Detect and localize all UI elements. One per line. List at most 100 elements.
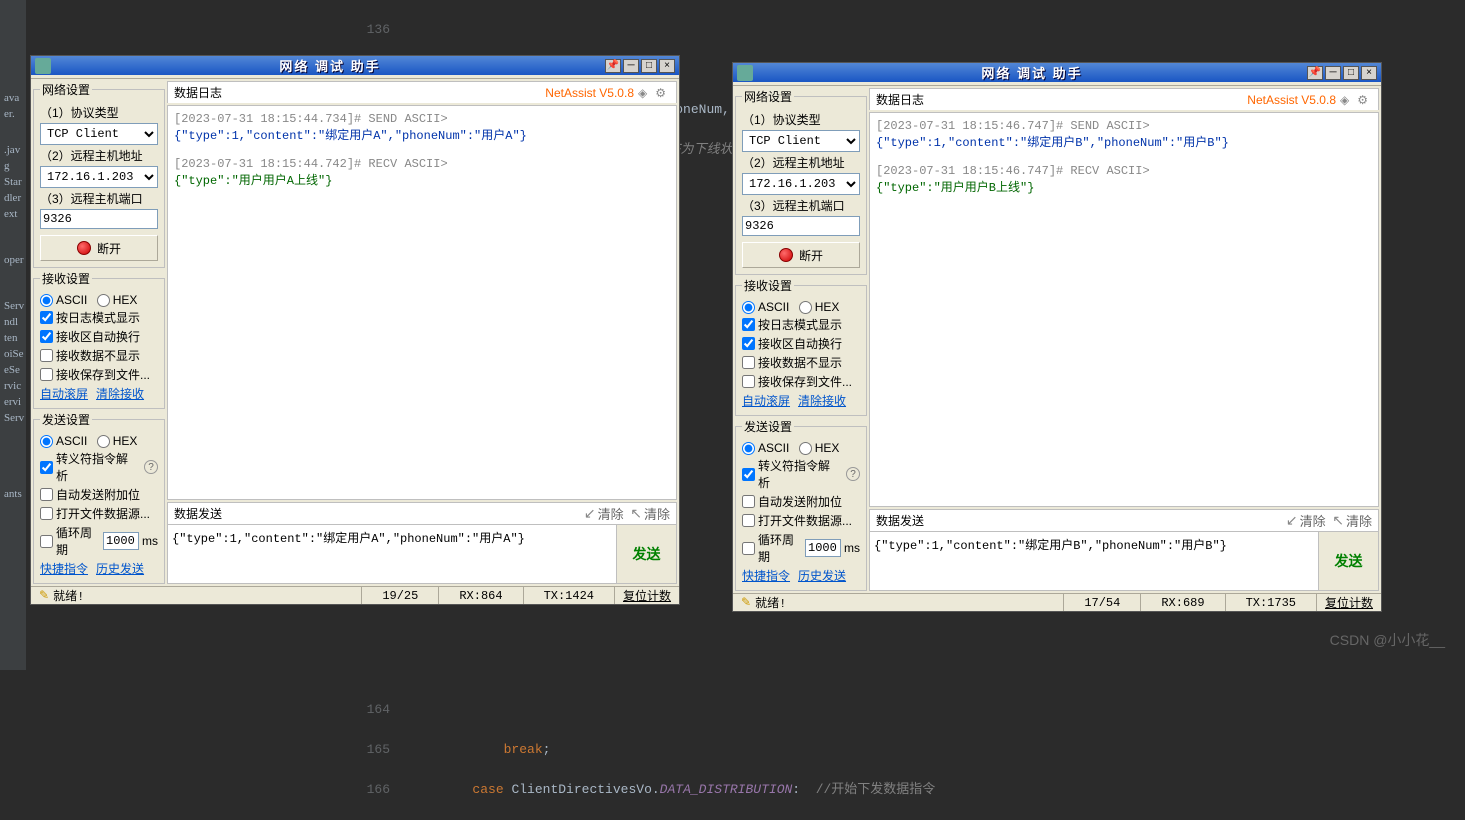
status-rx: RX:689 xyxy=(1140,594,1224,611)
cycle-label: 循环周期 xyxy=(758,531,802,565)
reset-counter-button[interactable]: 复位计数 xyxy=(614,587,679,604)
port-input[interactable] xyxy=(742,216,860,236)
proto-label: （1）协议类型 xyxy=(40,104,158,121)
openfile-label: 打开文件数据源... xyxy=(758,512,852,529)
escape-check[interactable] xyxy=(40,461,53,474)
send-button[interactable]: 发送 xyxy=(1318,532,1378,590)
send-settings: 发送设置 ASCII HEX 转义符指令解析? 自动发送附加位 打开文件数据源.… xyxy=(735,418,867,591)
logmode-check[interactable] xyxy=(40,311,53,324)
recv-ascii-radio[interactable] xyxy=(40,294,53,307)
disconnect-button[interactable]: 断开 xyxy=(742,242,860,268)
app-icon xyxy=(35,58,51,74)
log-header-label: 数据日志 xyxy=(174,84,545,101)
history-link[interactable]: 历史发送 xyxy=(798,567,846,584)
host-select[interactable]: 172.16.1.203 xyxy=(40,166,158,188)
help-icon[interactable]: ? xyxy=(846,467,860,481)
send-hex-radio[interactable] xyxy=(799,442,812,455)
autowrap-label: 接收区自动换行 xyxy=(758,335,842,352)
close-button[interactable]: × xyxy=(659,59,675,73)
recv-hex-radio[interactable] xyxy=(799,301,812,314)
help-icon[interactable]: ? xyxy=(144,460,158,474)
autowrap-check[interactable] xyxy=(40,330,53,343)
send-ascii-radio[interactable] xyxy=(40,435,53,448)
statusbar: ✎就绪! 19/25 RX:864 TX:1424 复位计数 xyxy=(31,586,679,604)
protocol-select[interactable]: TCP Client xyxy=(40,123,158,145)
tool-icon[interactable]: ⚙ xyxy=(1357,93,1368,107)
openfile-check[interactable] xyxy=(40,507,53,520)
diamond-icon[interactable]: ◈ xyxy=(1340,93,1349,107)
autoscroll-link[interactable]: 自动滚屏 xyxy=(40,385,88,402)
log-area[interactable]: [2023-07-31 18:15:44.734]# SEND ASCII>{"… xyxy=(167,105,677,500)
minimize-button[interactable]: ─ xyxy=(623,59,639,73)
send-hex-radio[interactable] xyxy=(97,435,110,448)
maximize-button[interactable]: □ xyxy=(641,59,657,73)
logmode-label: 按日志模式显示 xyxy=(758,316,842,333)
recv-hex-radio[interactable] xyxy=(97,294,110,307)
log-header-label: 数据日志 xyxy=(876,91,1247,108)
protocol-select[interactable]: TCP Client xyxy=(742,130,860,152)
cycle-check[interactable] xyxy=(40,535,53,548)
autoscroll-link[interactable]: 自动滚屏 xyxy=(742,392,790,409)
version-link[interactable]: NetAssist V5.0.8 xyxy=(545,86,634,100)
status-pos: 17/54 xyxy=(1063,594,1140,611)
autoappend-check[interactable] xyxy=(40,488,53,501)
logmode-check[interactable] xyxy=(742,318,755,331)
clearrecv-link[interactable]: 清除接收 xyxy=(96,385,144,402)
clear-up-button[interactable]: ↖清除 xyxy=(630,504,670,523)
recv-ascii-radio[interactable] xyxy=(742,301,755,314)
disconnect-button[interactable]: 断开 xyxy=(40,235,158,261)
clearrecv-link[interactable]: 清除接收 xyxy=(798,392,846,409)
autowrap-check[interactable] xyxy=(742,337,755,350)
maximize-button[interactable]: □ xyxy=(1343,66,1359,80)
noshow-label: 接收数据不显示 xyxy=(758,354,842,371)
status-rx: RX:864 xyxy=(438,587,522,604)
cycle-check[interactable] xyxy=(742,542,755,555)
autoappend-check[interactable] xyxy=(742,495,755,508)
cycle-input[interactable] xyxy=(805,539,841,557)
send-ascii-radio[interactable] xyxy=(742,442,755,455)
host-select[interactable]: 172.16.1.203 xyxy=(742,173,860,195)
log-header: 数据日志 NetAssist V5.0.8 ◈ ⚙ xyxy=(167,81,677,103)
titlebar[interactable]: 网络 调试 助手 📌 ─ □ × xyxy=(31,56,679,75)
history-link[interactable]: 历史发送 xyxy=(96,560,144,577)
savefile-check[interactable] xyxy=(742,375,755,388)
pin-icon[interactable]: 📌 xyxy=(605,59,621,73)
savefile-check[interactable] xyxy=(40,368,53,381)
send-hex-label: HEX xyxy=(113,434,138,448)
titlebar[interactable]: 网络 调试 助手 📌 ─ □ × xyxy=(733,63,1381,82)
reset-counter-button[interactable]: 复位计数 xyxy=(1316,594,1381,611)
clear-up-button[interactable]: ↖清除 xyxy=(1332,511,1372,530)
watermark: CSDN @小小花__ xyxy=(1330,630,1445,650)
quick-link[interactable]: 快捷指令 xyxy=(742,567,790,584)
port-input[interactable] xyxy=(40,209,158,229)
send-textarea[interactable] xyxy=(168,525,616,583)
autoappend-label: 自动发送附加位 xyxy=(758,493,842,510)
send-button[interactable]: 发送 xyxy=(616,525,676,583)
version-link[interactable]: NetAssist V5.0.8 xyxy=(1247,93,1336,107)
noshow-check[interactable] xyxy=(40,349,53,362)
send-textarea[interactable] xyxy=(870,532,1318,590)
log-area[interactable]: [2023-07-31 18:15:46.747]# SEND ASCII>{"… xyxy=(869,112,1379,507)
port-label: （3）远程主机端口 xyxy=(40,190,158,207)
app-icon xyxy=(737,65,753,81)
status-ready: 就绪! xyxy=(755,594,786,611)
cycle-input[interactable] xyxy=(103,532,139,550)
net-legend: 网络设置 xyxy=(40,81,92,98)
port-label: （3）远程主机端口 xyxy=(742,197,860,214)
clear-down-button[interactable]: ↙清除 xyxy=(1286,511,1326,530)
clear-down-button[interactable]: ↙清除 xyxy=(584,504,624,523)
net-legend: 网络设置 xyxy=(742,88,794,105)
diamond-icon[interactable]: ◈ xyxy=(638,86,647,100)
noshow-check[interactable] xyxy=(742,356,755,369)
minimize-button[interactable]: ─ xyxy=(1325,66,1341,80)
close-button[interactable]: × xyxy=(1361,66,1377,80)
send-legend: 发送设置 xyxy=(742,418,794,435)
send-ascii-label: ASCII xyxy=(56,434,87,448)
pin-icon[interactable]: 📌 xyxy=(1307,66,1323,80)
app-title: 网络 调试 助手 xyxy=(759,63,1305,82)
send-header-label: 数据发送 xyxy=(174,505,584,522)
openfile-check[interactable] xyxy=(742,514,755,527)
escape-check[interactable] xyxy=(742,468,755,481)
quick-link[interactable]: 快捷指令 xyxy=(40,560,88,577)
tool-icon[interactable]: ⚙ xyxy=(655,86,666,100)
